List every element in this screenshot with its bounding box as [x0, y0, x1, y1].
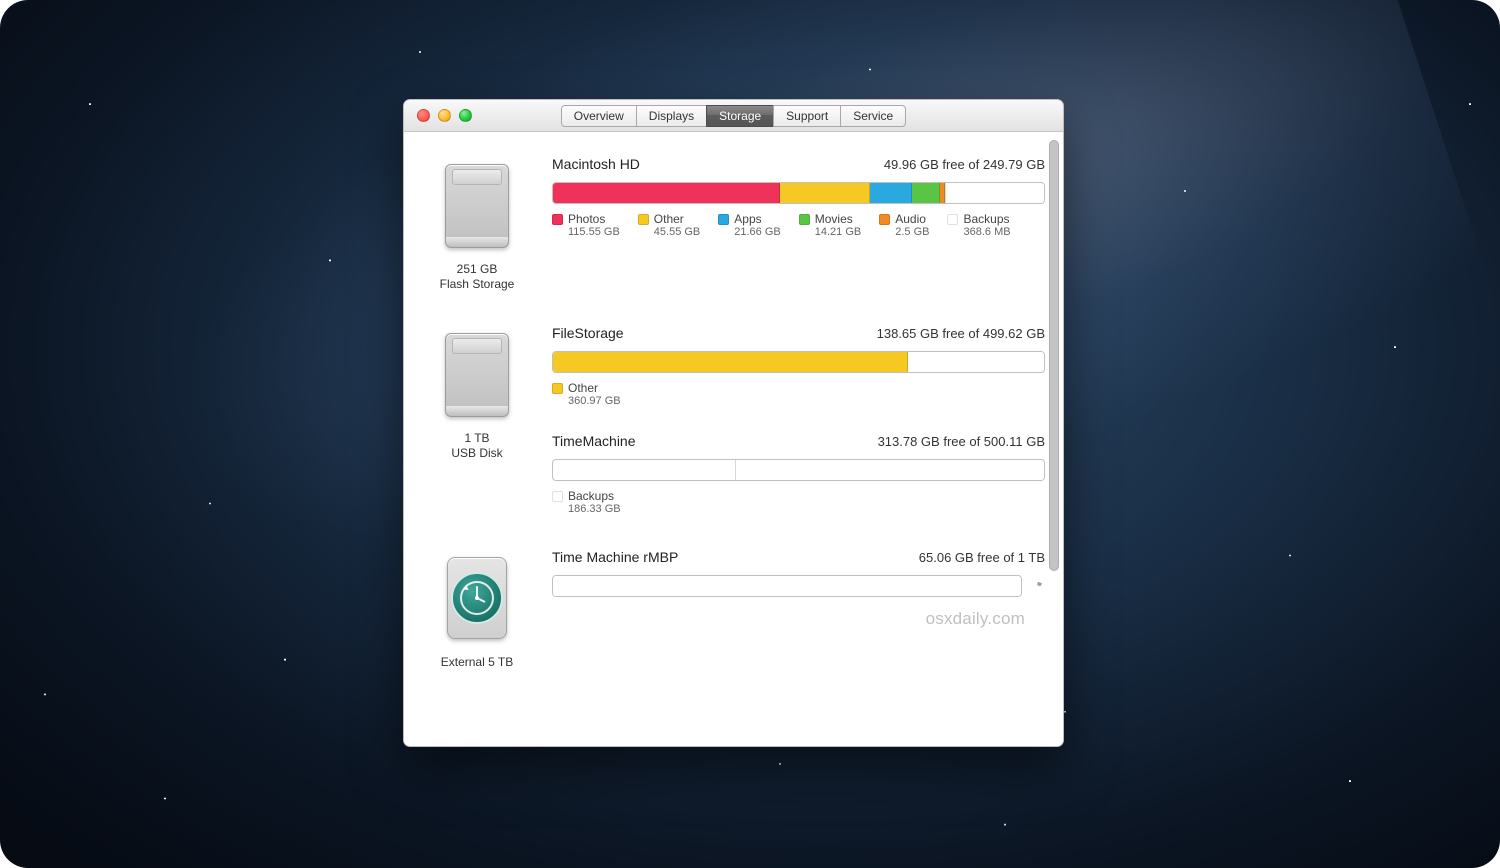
legend-swatch-icon — [947, 214, 958, 225]
legend-label: Other — [568, 381, 598, 395]
usage-bar — [552, 459, 1045, 481]
volume-name: FileStorage — [552, 325, 624, 341]
legend-item: Other45.55 GB — [638, 212, 700, 238]
device-volumes: Time Machine rMBP 65.06 GB free of 1 TB — [552, 549, 1045, 605]
window-titlebar[interactable]: OverviewDisplaysStorageSupportService — [404, 100, 1063, 132]
usage-segment-other — [780, 183, 870, 203]
device-type-label: USB Disk — [422, 446, 532, 460]
tab-support[interactable]: Support — [773, 105, 841, 127]
legend-item: Other360.97 GB — [552, 381, 621, 407]
usage-segment-backups — [553, 460, 736, 480]
usage-segment-free — [736, 460, 1044, 480]
legend-label: Backups — [568, 489, 614, 503]
device-capacity-label: 251 GB — [422, 262, 532, 276]
legend-swatch-icon — [718, 214, 729, 225]
usage-segment-photos — [553, 183, 780, 203]
legend-swatch-icon — [552, 383, 563, 394]
legend-swatch-icon — [552, 491, 563, 502]
legend-label: Backups — [963, 212, 1009, 226]
legend-size: 21.66 GB — [734, 226, 780, 238]
legend-swatch-icon — [799, 214, 810, 225]
device-group: 251 GBFlash Storage Macintosh HD 49.96 GB … — [422, 156, 1045, 291]
legend-item: Backups186.33 GB — [552, 489, 621, 515]
usage-bar — [552, 182, 1045, 204]
desktop-wallpaper: OverviewDisplaysStorageSupportService 25… — [0, 0, 1500, 868]
device-icon-column: 251 GBFlash Storage — [422, 156, 532, 291]
legend-item: Apps21.66 GB — [718, 212, 780, 238]
legend-size: 2.5 GB — [895, 226, 929, 238]
about-this-mac-window: OverviewDisplaysStorageSupportService 25… — [403, 99, 1064, 747]
device-volumes: FileStorage 138.65 GB free of 499.62 GB Ot… — [552, 325, 1045, 515]
legend-size: 368.6 MB — [963, 226, 1010, 238]
legend-label: Audio — [895, 212, 926, 226]
hard-drive-icon — [439, 156, 515, 252]
usage-bar — [552, 575, 1022, 597]
usage-segment-free — [946, 183, 1044, 203]
device-type-label: Flash Storage — [422, 277, 532, 291]
legend-label: Apps — [734, 212, 761, 226]
volume-free-text: 65.06 GB free of 1 TB — [919, 550, 1045, 565]
loading-spinner-icon — [1030, 582, 1045, 598]
volume-name: Macintosh HD — [552, 156, 640, 172]
time-machine-drive-icon — [439, 549, 515, 645]
volume-free-text: 138.65 GB free of 499.62 GB — [877, 326, 1045, 341]
volume-name: Time Machine rMBP — [552, 549, 678, 565]
zoom-button[interactable] — [459, 109, 472, 122]
usage-legend: Backups186.33 GB — [552, 489, 1045, 515]
storage-content: 251 GBFlash Storage Macintosh HD 49.96 GB … — [404, 132, 1063, 746]
usage-legend: Other360.97 GB — [552, 381, 1045, 407]
legend-size: 360.97 GB — [568, 395, 621, 407]
legend-label: Photos — [568, 212, 605, 226]
device-icon-column: 1 TBUSB Disk — [422, 325, 532, 460]
legend-size: 115.55 GB — [568, 226, 620, 238]
device-icon-column: External 5 TB — [422, 549, 532, 669]
hard-drive-icon — [439, 325, 515, 421]
legend-label: Movies — [815, 212, 853, 226]
legend-swatch-icon — [552, 214, 563, 225]
usage-segment-other — [553, 352, 908, 372]
usage-bar — [552, 351, 1045, 373]
legend-size: 186.33 GB — [568, 503, 621, 515]
legend-item: Audio2.5 GB — [879, 212, 929, 238]
usage-segment-free — [908, 352, 1044, 372]
usage-segment-movies — [912, 183, 940, 203]
device-capacity-label: External 5 TB — [422, 655, 532, 669]
device-group: External 5 TB Time Machine rMBP 65.06 GB f… — [422, 549, 1045, 669]
close-button[interactable] — [417, 109, 430, 122]
tab-segmented-control: OverviewDisplaysStorageSupportService — [404, 100, 1063, 132]
volume-name: TimeMachine — [552, 433, 636, 449]
legend-item: Movies14.21 GB — [799, 212, 861, 238]
legend-size: 14.21 GB — [815, 226, 861, 238]
tab-overview[interactable]: Overview — [561, 105, 637, 127]
device-group: 1 TBUSB Disk FileStorage 138.65 GB free of… — [422, 325, 1045, 515]
volume-free-text: 49.96 GB free of 249.79 GB — [884, 157, 1045, 172]
legend-swatch-icon — [879, 214, 890, 225]
legend-swatch-icon — [638, 214, 649, 225]
device-capacity-label: 1 TB — [422, 431, 532, 445]
usage-legend: Photos115.55 GB Other45.55 GB Apps21.66 GB… — [552, 212, 1045, 238]
volume-free-text: 313.78 GB free of 500.11 GB — [878, 434, 1045, 449]
scrollbar-thumb[interactable] — [1049, 140, 1059, 571]
tab-displays[interactable]: Displays — [636, 105, 707, 127]
usage-segment-free — [553, 576, 1021, 596]
legend-item: Photos115.55 GB — [552, 212, 620, 238]
tab-service[interactable]: Service — [840, 105, 906, 127]
minimize-button[interactable] — [438, 109, 451, 122]
legend-label: Other — [654, 212, 684, 226]
legend-item: Backups368.6 MB — [947, 212, 1010, 238]
legend-size: 45.55 GB — [654, 226, 700, 238]
usage-segment-apps — [870, 183, 913, 203]
scrollbar[interactable] — [1047, 140, 1061, 738]
device-volumes: Macintosh HD 49.96 GB free of 249.79 GB Ph… — [552, 156, 1045, 238]
tab-storage[interactable]: Storage — [706, 105, 774, 127]
